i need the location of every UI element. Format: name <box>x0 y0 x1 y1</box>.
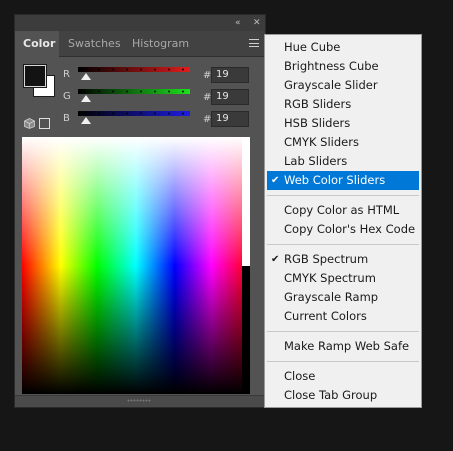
rgb-spectrum-ramp[interactable] <box>22 137 250 394</box>
menu-item-label: Copy Color as HTML <box>284 203 400 217</box>
red-value-field[interactable]: 19 <box>211 67 249 83</box>
menu-item-label: Make Ramp Web Safe <box>284 339 410 353</box>
slider-green-thumb[interactable] <box>81 95 92 102</box>
menu-item-lab-sliders[interactable]: Lab Sliders <box>267 152 419 171</box>
tab-histogram[interactable]: Histogram <box>124 31 196 57</box>
menu-item-brightness-cube[interactable]: Brightness Cube <box>267 57 419 76</box>
slider-red-thumb[interactable] <box>81 73 92 80</box>
out-of-gamut-cube-icon[interactable] <box>24 118 35 129</box>
slider-red[interactable] <box>78 67 190 72</box>
menu-item-label: Grayscale Slider <box>284 78 378 92</box>
slider-blue[interactable] <box>78 111 190 116</box>
resize-grip-icon[interactable] <box>127 399 151 402</box>
menu-item-make-ramp-web-safe[interactable]: Make Ramp Web Safe <box>267 337 419 356</box>
menu-item-label: Grayscale Ramp <box>284 290 379 304</box>
menu-item-cmyk-spectrum[interactable]: CMYK Spectrum <box>267 269 419 288</box>
channel-label-r: R <box>63 69 70 80</box>
channel-label-g: G <box>63 91 71 102</box>
menu-separator <box>267 361 419 362</box>
menu-item-label: Hue Cube <box>284 40 341 54</box>
menu-item-label: CMYK Sliders <box>284 135 359 149</box>
menu-item-cmyk-sliders[interactable]: CMYK Sliders <box>267 133 419 152</box>
menu-item-hsb-sliders[interactable]: HSB Sliders <box>267 114 419 133</box>
white-swatch-strip[interactable] <box>242 137 250 266</box>
menu-item-label: Lab Sliders <box>284 154 348 168</box>
menu-item-label: HSB Sliders <box>284 116 351 130</box>
menu-item-label: RGB Sliders <box>284 97 352 111</box>
menu-separator <box>267 244 419 245</box>
tab-color[interactable]: Color <box>15 31 59 57</box>
menu-item-web-color-sliders[interactable]: ✔ Web Color Sliders <box>267 171 419 190</box>
channel-label-b: B <box>63 113 70 124</box>
menu-item-grayscale-slider[interactable]: Grayscale Slider <box>267 76 419 95</box>
menu-item-copy-color-s-hex-code[interactable]: Copy Color's Hex Code <box>267 220 419 239</box>
green-value-field[interactable]: 19 <box>211 89 249 105</box>
collapse-icon[interactable]: « <box>235 17 241 29</box>
color-panel-flyout-menu: Hue Cube Brightness Cube Grayscale Slider R… <box>264 34 422 408</box>
blue-value-field[interactable]: 19 <box>211 111 249 127</box>
checkmark-icon: ✔ <box>271 254 280 265</box>
menu-item-rgb-sliders[interactable]: RGB Sliders <box>267 95 419 114</box>
tab-swatches[interactable]: Swatches <box>60 31 122 57</box>
panel-title-bar: « ✕ <box>15 15 265 31</box>
menu-item-label: Web Color Sliders <box>284 173 386 187</box>
slider-green[interactable] <box>78 89 190 94</box>
foreground-color-swatch[interactable] <box>23 64 47 88</box>
hamburger-icon[interactable] <box>249 39 259 47</box>
menu-item-label: Close Tab Group <box>284 388 378 402</box>
panel-resize-bar[interactable] <box>15 395 265 407</box>
panel-tab-bar: Color Swatches Histogram <box>15 31 265 57</box>
slider-blue-thumb[interactable] <box>81 117 92 124</box>
menu-separator <box>267 195 419 196</box>
close-icon[interactable]: ✕ <box>253 17 261 29</box>
black-swatch-strip[interactable] <box>242 265 250 394</box>
menu-item-close[interactable]: Close <box>267 367 419 386</box>
menu-item-close-tab-group[interactable]: Close Tab Group <box>267 386 419 405</box>
menu-item-label: RGB Spectrum <box>284 252 369 266</box>
menu-item-label: Copy Color's Hex Code <box>284 222 416 236</box>
menu-item-label: Brightness Cube <box>284 59 379 73</box>
menu-item-rgb-spectrum[interactable]: ✔ RGB Spectrum <box>267 250 419 269</box>
menu-separator <box>267 331 419 332</box>
menu-item-grayscale-ramp[interactable]: Grayscale Ramp <box>267 288 419 307</box>
menu-item-current-colors[interactable]: Current Colors <box>267 307 419 326</box>
menu-item-label: Close <box>284 369 316 383</box>
color-panel: « ✕ Color Swatches Histogram R # 19 G # … <box>14 14 266 408</box>
web-safe-color-swatch[interactable] <box>39 118 50 129</box>
menu-item-copy-color-as-html[interactable]: Copy Color as HTML <box>267 201 419 220</box>
menu-item-label: CMYK Spectrum <box>284 271 376 285</box>
menu-item-label: Current Colors <box>284 309 367 323</box>
menu-item-hue-cube[interactable]: Hue Cube <box>267 38 419 57</box>
checkmark-icon: ✔ <box>271 175 280 186</box>
